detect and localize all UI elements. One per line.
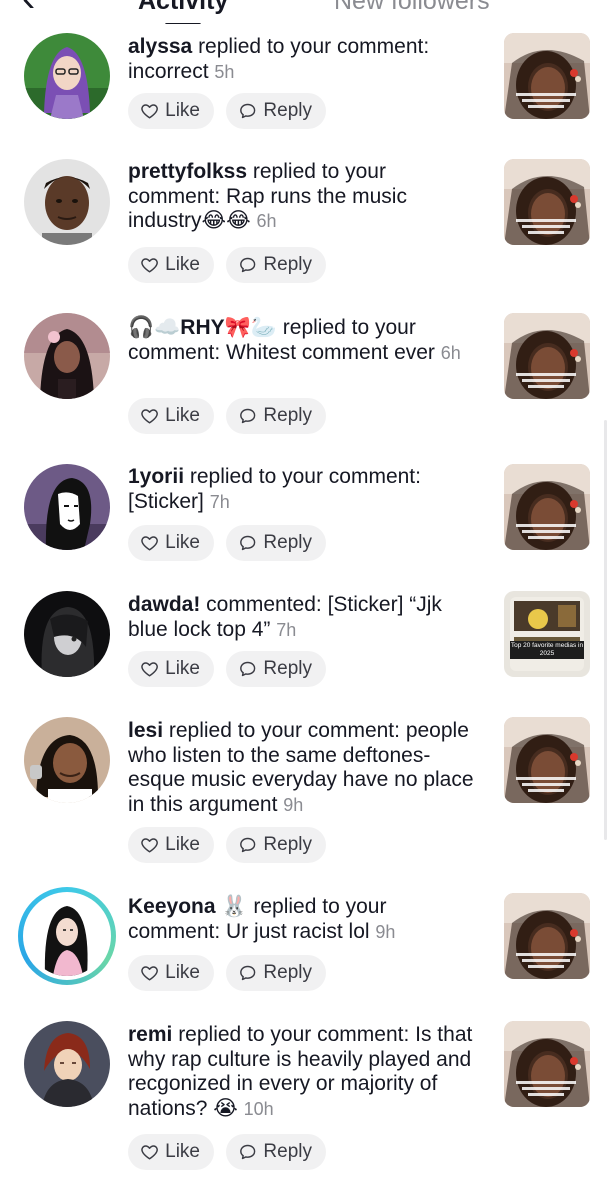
avatar-story-ring[interactable] bbox=[18, 887, 116, 985]
like-button[interactable]: Like bbox=[128, 93, 214, 129]
comment-bubble-icon bbox=[238, 100, 257, 122]
avatar[interactable] bbox=[24, 1021, 110, 1107]
username[interactable]: prettyfolkss bbox=[128, 160, 247, 183]
heart-icon bbox=[140, 405, 159, 427]
notification-text: remi replied to your comment: Is that wh… bbox=[128, 1023, 473, 1120]
tab-new-followers[interactable]: New followers bbox=[334, 0, 490, 16]
avatar[interactable] bbox=[24, 159, 110, 245]
comment-body: incorrect bbox=[128, 59, 209, 83]
timestamp: 10h bbox=[243, 1098, 274, 1119]
username[interactable]: Keeyona 🐰 bbox=[128, 895, 248, 918]
avatar[interactable] bbox=[24, 33, 110, 119]
video-thumbnail[interactable] bbox=[504, 159, 590, 245]
avatar[interactable] bbox=[24, 717, 110, 803]
video-thumbnail[interactable] bbox=[504, 1021, 590, 1107]
notification-text: alyssa replied to your comment: incorrec… bbox=[128, 35, 430, 83]
like-button[interactable]: Like bbox=[128, 398, 214, 434]
comment-bubble-icon bbox=[238, 658, 257, 680]
video-thumbnail[interactable] bbox=[504, 464, 590, 550]
timestamp: 5h bbox=[214, 61, 235, 82]
heart-icon bbox=[140, 658, 159, 680]
like-button[interactable]: Like bbox=[128, 1134, 214, 1170]
video-thumbnail[interactable] bbox=[504, 313, 590, 399]
timestamp: 6h bbox=[256, 211, 277, 231]
username[interactable]: dawda! bbox=[128, 593, 200, 616]
reply-button[interactable]: Reply bbox=[226, 93, 326, 129]
thumbnail-caption: Top 20 favorite medias in 2025 bbox=[510, 641, 584, 659]
notification-text: prettyfolkss replied to your comment: Ra… bbox=[128, 160, 407, 232]
comment-bubble-icon bbox=[238, 254, 257, 276]
notification-text: dawda! commented: [Sticker] “Jjk blue lo… bbox=[128, 593, 442, 641]
heart-icon bbox=[140, 100, 159, 122]
top-tab-bar: ‹ Activity New followers bbox=[0, 0, 614, 24]
reply-button[interactable]: Reply bbox=[226, 525, 326, 561]
comment-body: Whitest comment ever bbox=[226, 340, 435, 364]
username[interactable]: 1yorii bbox=[128, 465, 184, 488]
avatar bbox=[27, 896, 107, 976]
avatar[interactable] bbox=[24, 313, 110, 399]
back-arrow-icon[interactable]: ‹ bbox=[22, 0, 35, 18]
video-thumbnail[interactable] bbox=[504, 893, 590, 979]
heart-icon bbox=[140, 1141, 159, 1163]
like-button[interactable]: Like bbox=[128, 651, 214, 687]
comment-bubble-icon bbox=[238, 962, 257, 984]
timestamp: 7h bbox=[276, 619, 297, 640]
avatar[interactable] bbox=[24, 464, 110, 550]
timestamp: 9h bbox=[283, 794, 304, 815]
like-button[interactable]: Like bbox=[128, 247, 214, 283]
timestamp: 7h bbox=[209, 491, 230, 512]
comment-body: Ur just racist lol bbox=[226, 919, 370, 943]
timestamp: 6h bbox=[440, 342, 461, 363]
comment-bubble-icon bbox=[238, 834, 257, 856]
timestamp: 9h bbox=[375, 921, 396, 942]
comment-bubble-icon bbox=[238, 405, 257, 427]
scrollbar[interactable] bbox=[604, 420, 607, 840]
username[interactable]: lesi bbox=[128, 719, 163, 742]
video-thumbnail[interactable]: Top 20 favorite medias in 2025 bbox=[504, 591, 590, 677]
notification-text: Keeyona 🐰 replied to your comment: Ur ju… bbox=[128, 895, 396, 943]
heart-icon bbox=[140, 254, 159, 276]
like-button[interactable]: Like bbox=[128, 827, 214, 863]
notification-text: 1yorii replied to your comment: [Sticker… bbox=[128, 465, 421, 513]
username[interactable]: remi bbox=[128, 1023, 172, 1046]
reply-button[interactable]: Reply bbox=[226, 955, 326, 991]
heart-icon bbox=[140, 834, 159, 856]
video-thumbnail[interactable] bbox=[504, 717, 590, 803]
tab-active-indicator bbox=[165, 23, 201, 24]
like-button[interactable]: Like bbox=[128, 525, 214, 561]
username[interactable]: 🎧☁️RHY🎀🦢 bbox=[128, 316, 277, 339]
heart-icon bbox=[140, 532, 159, 554]
reply-button[interactable]: Reply bbox=[226, 398, 326, 434]
reply-button[interactable]: Reply bbox=[226, 827, 326, 863]
notification-text: lesi replied to your comment: people who… bbox=[128, 719, 474, 816]
thumbnail-image bbox=[510, 597, 584, 671]
heart-icon bbox=[140, 962, 159, 984]
reply-button[interactable]: Reply bbox=[226, 247, 326, 283]
tab-activity[interactable]: Activity bbox=[138, 0, 228, 16]
like-button[interactable]: Like bbox=[128, 955, 214, 991]
comment-bubble-icon bbox=[238, 532, 257, 554]
avatar[interactable] bbox=[24, 591, 110, 677]
username[interactable]: alyssa bbox=[128, 35, 192, 58]
video-thumbnail[interactable] bbox=[504, 33, 590, 119]
comment-body: [Sticker] bbox=[128, 489, 204, 513]
reply-button[interactable]: Reply bbox=[226, 1134, 326, 1170]
notification-text: 🎧☁️RHY🎀🦢 replied to your comment: Whites… bbox=[128, 316, 461, 364]
reply-button[interactable]: Reply bbox=[226, 651, 326, 687]
comment-bubble-icon bbox=[238, 1141, 257, 1163]
